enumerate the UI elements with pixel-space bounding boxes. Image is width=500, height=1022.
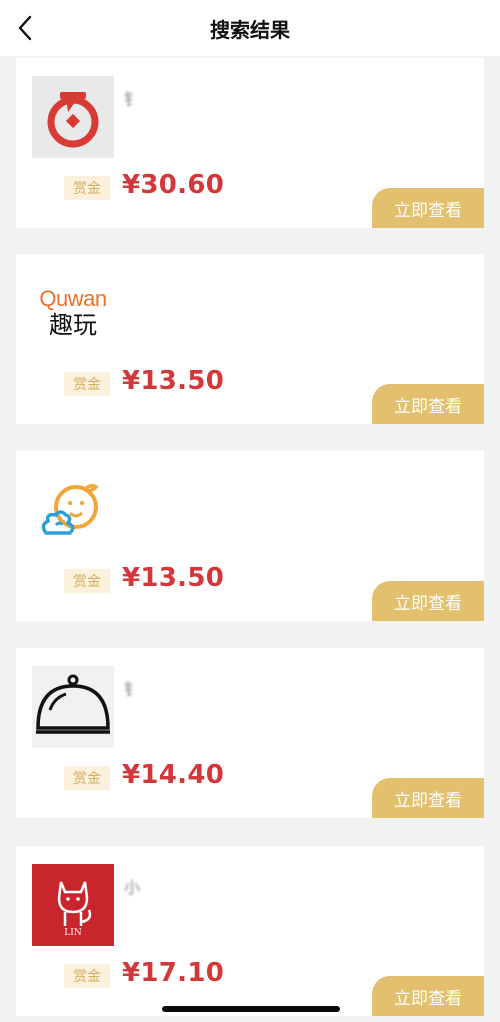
- result-card[interactable]: 钅 赏金 ¥30.60 立即查看: [16, 58, 484, 228]
- reward-price: ¥13.50: [122, 366, 225, 396]
- cat-lin-logo-text: LIN: [64, 928, 82, 938]
- nav-bar: 搜索结果: [0, 0, 500, 56]
- reward-price: ¥30.60: [122, 170, 225, 200]
- cat-lin-logo: LIN: [32, 864, 114, 946]
- home-indicator[interactable]: [162, 1006, 340, 1012]
- quwan-logo-text: Quwan: [39, 286, 107, 311]
- reward-price: ¥13.50: [122, 563, 225, 593]
- view-now-button[interactable]: 立即查看: [372, 384, 484, 424]
- quwan-logo: Quwan 趣玩: [32, 272, 114, 354]
- view-now-button[interactable]: 立即查看: [372, 976, 484, 1016]
- food-cloche-logo: [32, 666, 114, 748]
- item-name: 钅: [124, 680, 141, 699]
- reward-tag: 赏金: [64, 964, 110, 988]
- reward-tag: 赏金: [64, 372, 110, 396]
- quwan-logo-chinese: 趣玩: [49, 311, 97, 339]
- reward-price: ¥14.40: [122, 760, 225, 790]
- item-name: 钅: [124, 90, 141, 109]
- item-name: 小: [124, 878, 141, 897]
- result-card[interactable]: Quwan 趣玩 赏金 ¥13.50 立即查看: [16, 254, 484, 424]
- reward-tag: 赏金: [64, 176, 110, 200]
- result-card[interactable]: LIN 小 赏金 ¥17.10 立即查看: [16, 846, 484, 1016]
- cat-icon: [57, 881, 92, 926]
- result-card[interactable]: 钅 赏金 ¥14.40 立即查看: [16, 648, 484, 818]
- view-now-button[interactable]: 立即查看: [372, 188, 484, 228]
- gourd-cloud-logo: [32, 469, 114, 551]
- reward-tag: 赏金: [64, 766, 110, 790]
- view-now-button[interactable]: 立即查看: [372, 581, 484, 621]
- reward-tag: 赏金: [64, 569, 110, 593]
- page-title: 搜索结果: [210, 18, 290, 42]
- result-card[interactable]: 赏金 ¥13.50 立即查看: [16, 451, 484, 621]
- view-now-button[interactable]: 立即查看: [372, 778, 484, 818]
- reward-price: ¥17.10: [122, 958, 225, 988]
- red-circle-logo: [32, 76, 114, 158]
